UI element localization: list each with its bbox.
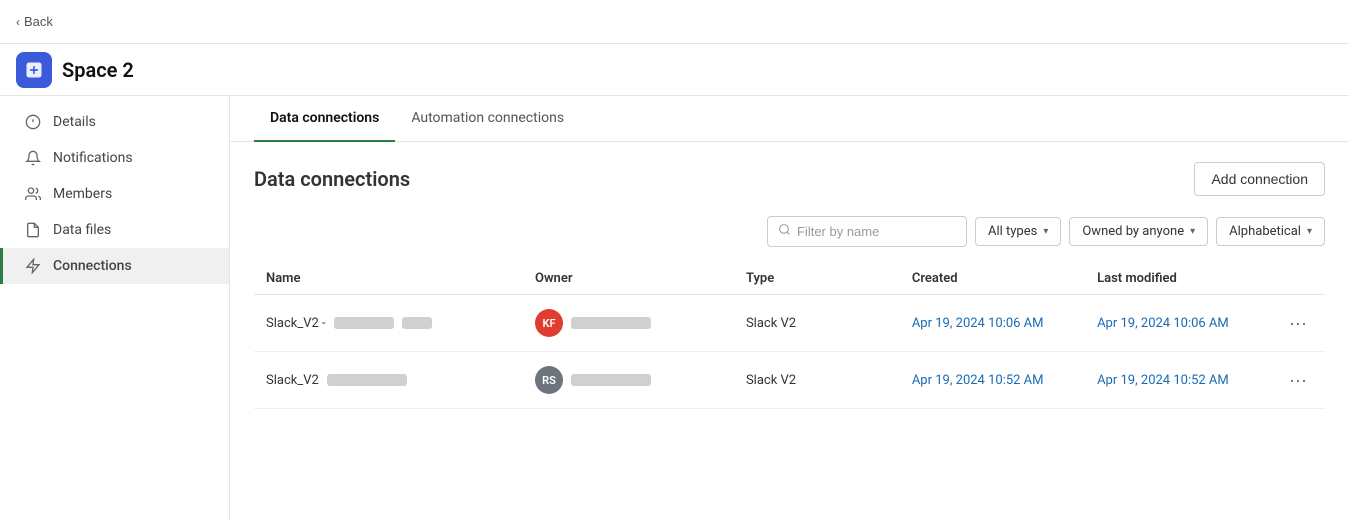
back-label: Back [24, 14, 53, 29]
row2-last-modified-link[interactable]: Apr 19, 2024 10:52 AM [1097, 373, 1229, 388]
row2-owner-name-blur [571, 374, 651, 386]
row1-actions-cell: ··· [1271, 295, 1325, 352]
content-header: Data connections Add connection [254, 162, 1325, 196]
row1-last-modified: Apr 19, 2024 10:06 AM [1085, 295, 1271, 352]
connections-icon [23, 258, 43, 274]
sort-filter-chevron-icon: ▾ [1307, 226, 1312, 237]
row2-avatar-initials: RS [542, 374, 556, 387]
sidebar-item-connections[interactable]: Connections [0, 248, 229, 284]
sidebar: Details Notifications Members Data files… [0, 96, 230, 521]
sidebar-item-data-files[interactable]: Data files [0, 212, 229, 248]
space-title: Space 2 [62, 58, 134, 82]
add-connection-label: Add connection [1211, 171, 1308, 187]
row2-name: Slack_V2 [266, 373, 319, 388]
col-header-created: Created [900, 263, 1085, 295]
sidebar-label-details: Details [53, 114, 96, 130]
row2-last-modified: Apr 19, 2024 10:52 AM [1085, 352, 1271, 409]
sort-filter-label: Alphabetical [1229, 224, 1301, 239]
row2-avatar: RS [535, 366, 563, 394]
tab-data-connections[interactable]: Data connections [254, 96, 395, 142]
owner-filter-label: Owned by anyone [1082, 224, 1184, 239]
sidebar-label-data-files: Data files [53, 222, 111, 238]
type-filter-chevron-icon: ▾ [1043, 226, 1048, 237]
tab-data-connections-label: Data connections [270, 110, 379, 126]
col-header-last-modified: Last modified [1085, 263, 1271, 295]
table-row: Slack_V2 - KF [254, 295, 1325, 352]
row1-owner-name-blur [571, 317, 651, 329]
row2-name-cell: Slack_V2 [254, 352, 523, 409]
row1-name: Slack_V2 - [266, 316, 326, 331]
space-header: Space 2 [0, 44, 1349, 96]
sidebar-item-details[interactable]: Details [0, 104, 229, 140]
sidebar-label-members: Members [53, 186, 112, 202]
space-icon [16, 52, 52, 88]
row1-actions-button[interactable]: ··· [1283, 311, 1313, 336]
tab-automation-connections-label: Automation connections [411, 110, 564, 126]
row1-type: Slack V2 [734, 295, 900, 352]
row1-name-blur [334, 317, 394, 329]
row1-avatar-initials: KF [542, 317, 555, 330]
main-content: Data connections Automation connections … [230, 96, 1349, 521]
row1-avatar: KF [535, 309, 563, 337]
col-header-name: Name [254, 263, 523, 295]
row2-actions-cell: ··· [1271, 352, 1325, 409]
tab-automation-connections[interactable]: Automation connections [395, 96, 580, 142]
row1-name-blur2 [402, 317, 432, 329]
row1-created-link[interactable]: Apr 19, 2024 10:06 AM [912, 316, 1044, 331]
type-filter-dropdown[interactable]: All types ▾ [975, 217, 1061, 246]
sidebar-label-notifications: Notifications [53, 150, 133, 166]
col-header-type: Type [734, 263, 900, 295]
filters-bar: All types ▾ Owned by anyone ▾ Alphabetic… [254, 216, 1325, 247]
members-icon [23, 186, 43, 202]
back-chevron-icon: ‹ [16, 15, 20, 29]
search-icon [778, 223, 791, 240]
row2-name-blur [327, 374, 407, 386]
owner-filter-chevron-icon: ▾ [1190, 226, 1195, 237]
add-connection-button[interactable]: Add connection [1194, 162, 1325, 196]
top-bar: ‹ Back [0, 0, 1349, 44]
sidebar-label-connections: Connections [53, 258, 132, 274]
col-header-owner: Owner [523, 263, 734, 295]
row1-owner-cell: KF [523, 295, 734, 352]
content-title: Data connections [254, 167, 410, 191]
sort-filter-dropdown[interactable]: Alphabetical ▾ [1216, 217, 1325, 246]
type-filter-label: All types [988, 224, 1037, 239]
tabs-bar: Data connections Automation connections [230, 96, 1349, 142]
row2-created-link[interactable]: Apr 19, 2024 10:52 AM [912, 373, 1044, 388]
notifications-icon [23, 150, 43, 166]
row1-last-modified-link[interactable]: Apr 19, 2024 10:06 AM [1097, 316, 1229, 331]
data-files-icon [23, 222, 43, 238]
search-input[interactable] [797, 224, 956, 239]
sidebar-item-members[interactable]: Members [0, 176, 229, 212]
row1-created: Apr 19, 2024 10:06 AM [900, 295, 1085, 352]
col-header-actions [1271, 263, 1325, 295]
row2-actions-button[interactable]: ··· [1283, 368, 1313, 393]
back-button[interactable]: ‹ Back [16, 14, 53, 29]
connections-table: Name Owner Type Created Last modified Sl… [254, 263, 1325, 409]
table-row: Slack_V2 RS Slack [254, 352, 1325, 409]
row2-owner-cell: RS [523, 352, 734, 409]
search-field[interactable] [767, 216, 967, 247]
row2-created: Apr 19, 2024 10:52 AM [900, 352, 1085, 409]
sidebar-item-notifications[interactable]: Notifications [0, 140, 229, 176]
row1-name-cell: Slack_V2 - [254, 295, 523, 352]
main-layout: Details Notifications Members Data files… [0, 96, 1349, 521]
content-area: Data connections Add connection All type… [230, 142, 1349, 429]
details-icon [23, 114, 43, 130]
owner-filter-dropdown[interactable]: Owned by anyone ▾ [1069, 217, 1208, 246]
row2-type: Slack V2 [734, 352, 900, 409]
